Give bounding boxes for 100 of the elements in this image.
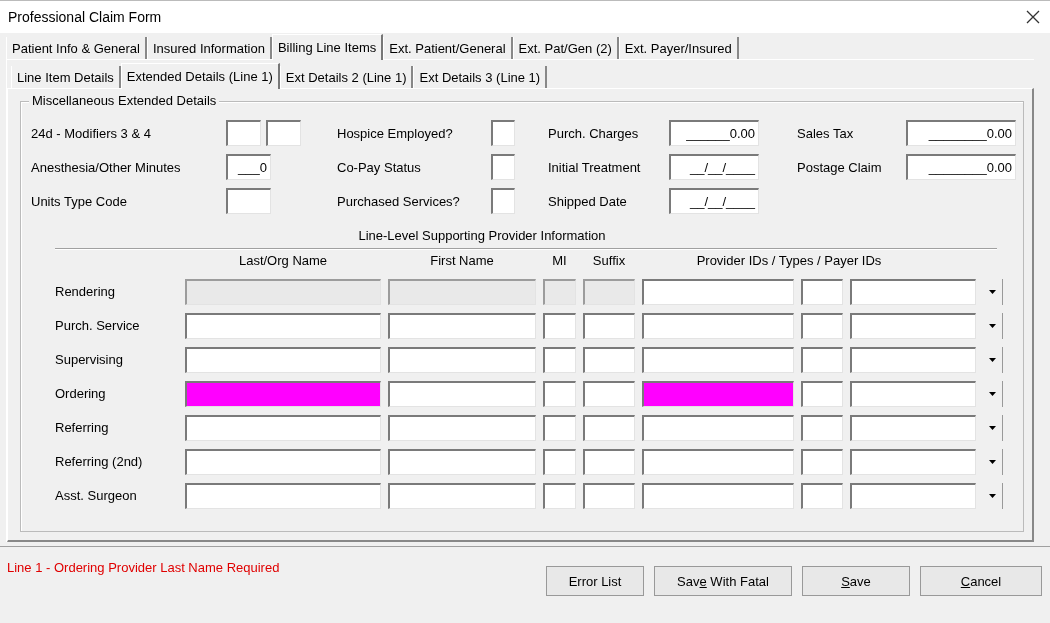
input-field[interactable] (491, 188, 515, 214)
column-header: MI (551, 253, 568, 270)
input-field[interactable] (185, 415, 381, 441)
caret-icon (989, 426, 996, 430)
column-header: First Name (429, 253, 495, 270)
input-field[interactable] (850, 381, 976, 407)
input-field[interactable] (388, 381, 536, 407)
dialog-button[interactable]: Cancel (920, 566, 1042, 596)
input-field[interactable] (801, 449, 843, 475)
group-title: Miscellaneous Extended Details (29, 93, 220, 108)
input-field[interactable] (850, 347, 976, 373)
tab[interactable]: Ext. Payer/Insured (618, 37, 739, 59)
input-field[interactable] (266, 120, 301, 146)
input-field[interactable] (491, 120, 515, 146)
input-field[interactable] (583, 483, 635, 509)
field-label: 24d - Modifiers 3 & 4 (31, 125, 152, 141)
field-label: Shipped Date (548, 193, 628, 209)
caret-icon (989, 324, 996, 328)
section-title: Line-Level Supporting Provider Information (357, 228, 607, 244)
input-field[interactable] (583, 449, 635, 475)
input-field[interactable] (388, 347, 536, 373)
tab[interactable]: Insured Information (146, 37, 272, 59)
caret-icon (989, 290, 996, 294)
input-field[interactable] (185, 449, 381, 475)
close-icon[interactable] (1026, 10, 1040, 24)
input-field[interactable] (801, 313, 843, 339)
input-field[interactable]: __/__/____ (669, 154, 759, 180)
tab[interactable]: Ext. Patient/General (383, 37, 513, 59)
input-field[interactable] (388, 483, 536, 509)
input-field[interactable] (543, 483, 576, 509)
dialog-button[interactable]: Save (802, 566, 910, 596)
input-field[interactable] (185, 347, 381, 373)
input-field[interactable] (491, 154, 515, 180)
row-label: Ordering (55, 385, 107, 403)
input-field[interactable] (642, 449, 794, 475)
row-label: Asst. Surgeon (55, 487, 138, 505)
input-field[interactable] (185, 483, 381, 509)
field-label: Units Type Code (31, 193, 128, 209)
input-field[interactable] (850, 415, 976, 441)
column-header: Provider IDs / Types / Payer IDs (695, 253, 883, 270)
input-field[interactable] (642, 381, 794, 407)
input-field[interactable] (388, 449, 536, 475)
input-field[interactable]: __/__/____ (669, 188, 759, 214)
tab[interactable]: Patient Info & General (6, 37, 147, 59)
input-field[interactable]: ________0.00 (906, 120, 1016, 146)
input-field[interactable] (642, 313, 794, 339)
tab[interactable]: Ext Details 3 (Line 1) (413, 66, 548, 88)
tab[interactable]: Ext. Pat/Gen (2) (512, 37, 619, 59)
caret-icon (989, 460, 996, 464)
field-label: Co-Pay Status (337, 159, 422, 175)
input-field[interactable] (801, 483, 843, 509)
field-label: Sales Tax (797, 125, 855, 141)
input-field[interactable] (850, 449, 976, 475)
tab[interactable]: Extended Details (Line 1) (120, 63, 280, 89)
input-field[interactable] (850, 483, 976, 509)
field-label: Postage Claim (797, 159, 883, 175)
input-field[interactable] (583, 313, 635, 339)
input-field[interactable] (185, 313, 381, 339)
input-field[interactable] (642, 347, 794, 373)
input-field[interactable] (850, 313, 976, 339)
input-field[interactable] (583, 415, 635, 441)
row-label: Referring (2nd) (55, 453, 144, 471)
input-field[interactable] (543, 381, 576, 407)
caret-icon (989, 494, 996, 498)
input-field[interactable] (583, 381, 635, 407)
input-field[interactable] (388, 313, 536, 339)
input-field[interactable] (388, 415, 536, 441)
input-field[interactable] (583, 347, 635, 373)
input-field[interactable] (801, 347, 843, 373)
input-field[interactable]: ________0.00 (906, 154, 1016, 180)
input-field[interactable] (543, 347, 576, 373)
input-field[interactable]: ______0.00 (669, 120, 759, 146)
tab[interactable]: Billing Line Items (271, 34, 384, 60)
field-label: Initial Treatment (548, 159, 642, 175)
input-field[interactable] (226, 120, 261, 146)
input-field[interactable] (543, 415, 576, 441)
field-label: Anesthesia/Other Minutes (31, 159, 182, 175)
field-label: Hospice Employed? (337, 125, 454, 141)
row-label: Referring (55, 419, 110, 437)
caret-icon (989, 358, 996, 362)
tab[interactable]: Ext Details 2 (Line 1) (279, 66, 414, 88)
input-field[interactable] (850, 279, 976, 305)
error-message: Line 1 - Ordering Provider Last Name Required (7, 560, 280, 575)
input-field[interactable]: ___0 (226, 154, 271, 180)
field-label: Purchased Services? (337, 193, 461, 209)
column-header: Suffix (591, 253, 627, 270)
input-field[interactable] (543, 313, 576, 339)
dialog-button[interactable]: Save With Fatal (654, 566, 792, 596)
input-field[interactable] (543, 449, 576, 475)
input-field[interactable] (642, 483, 794, 509)
input-field[interactable] (801, 381, 843, 407)
input-field[interactable] (185, 381, 381, 407)
dialog-button[interactable]: Error List (546, 566, 644, 596)
row-label: Supervising (55, 351, 124, 369)
input-field[interactable] (801, 415, 843, 441)
input-field[interactable] (226, 188, 271, 214)
tab[interactable]: Line Item Details (11, 66, 121, 88)
input-field[interactable] (801, 279, 843, 305)
input-field[interactable] (642, 415, 794, 441)
field-label: Purch. Charges (548, 125, 640, 141)
